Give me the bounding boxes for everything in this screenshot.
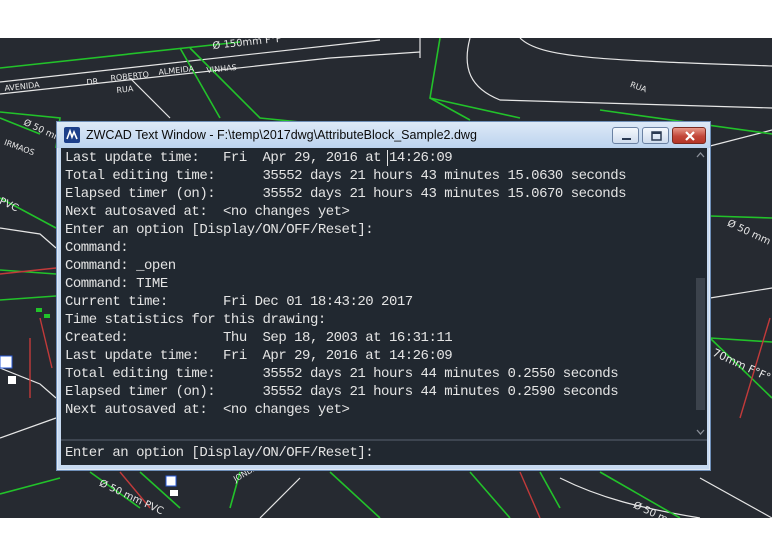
history-line: Command: TIME (65, 276, 168, 292)
scroll-down-icon[interactable] (694, 425, 707, 439)
command-line-input[interactable]: Enter an option [Display/ON/OFF/Reset]: (61, 441, 707, 465)
history-line: Command: (65, 240, 129, 256)
history-line: Elapsed timer (on): 35552 days 21 hours … (65, 186, 627, 202)
zwcad-app-icon (64, 127, 80, 143)
cad-label-rua-left: RUA (116, 84, 134, 95)
vertical-scrollbar[interactable] (694, 148, 707, 439)
scroll-up-icon[interactable] (694, 148, 707, 162)
maximize-button[interactable] (642, 127, 669, 144)
history-line: Total editing time: 35552 days 21 hours … (65, 168, 627, 184)
text-caret (387, 150, 388, 166)
history-line: Next autosaved at: <no changes yet> (65, 402, 350, 418)
history-line: Command: _open (65, 258, 176, 274)
history-line: Time statistics for this drawing: (65, 312, 326, 328)
cad-label-dr: DR (86, 76, 99, 87)
minimize-button[interactable] (612, 127, 639, 144)
history-line: Elapsed timer (on): 35552 days 21 hours … (65, 384, 619, 400)
history-line: Current time: Fri Dec 01 18:43:20 2017 (65, 294, 413, 310)
history-line: Enter an option [Display/ON/OFF/Reset]: (65, 222, 374, 238)
command-prompt: Enter an option [Display/ON/OFF/Reset]: (65, 445, 374, 461)
history-line: Total editing time: 35552 days 21 hours … (65, 366, 619, 382)
history-line: Created: Thu Sep 18, 2003 at 16:31:11 (65, 330, 453, 346)
close-icon (685, 131, 695, 141)
minimize-icon (622, 138, 631, 140)
text-window[interactable]: ZWCAD Text Window - F:\temp\2017dwg\Attr… (56, 121, 711, 471)
command-history[interactable]: Last update time: Fri Apr 29, 2016 at 14… (61, 148, 694, 439)
scrollbar-thumb[interactable] (696, 278, 705, 410)
title-bar[interactable]: ZWCAD Text Window - F:\temp\2017dwg\Attr… (57, 122, 710, 148)
history-line: Next autosaved at: <no changes yet> (65, 204, 350, 220)
history-line: Last update time: Fri Apr 29, 2016 at 14… (65, 150, 453, 166)
window-title: ZWCAD Text Window - F:\temp\2017dwg\Attr… (86, 128, 477, 142)
maximize-icon (651, 131, 662, 141)
history-line: Last update time: Fri Apr 29, 2016 at 14… (65, 348, 453, 364)
close-button[interactable] (672, 127, 706, 144)
